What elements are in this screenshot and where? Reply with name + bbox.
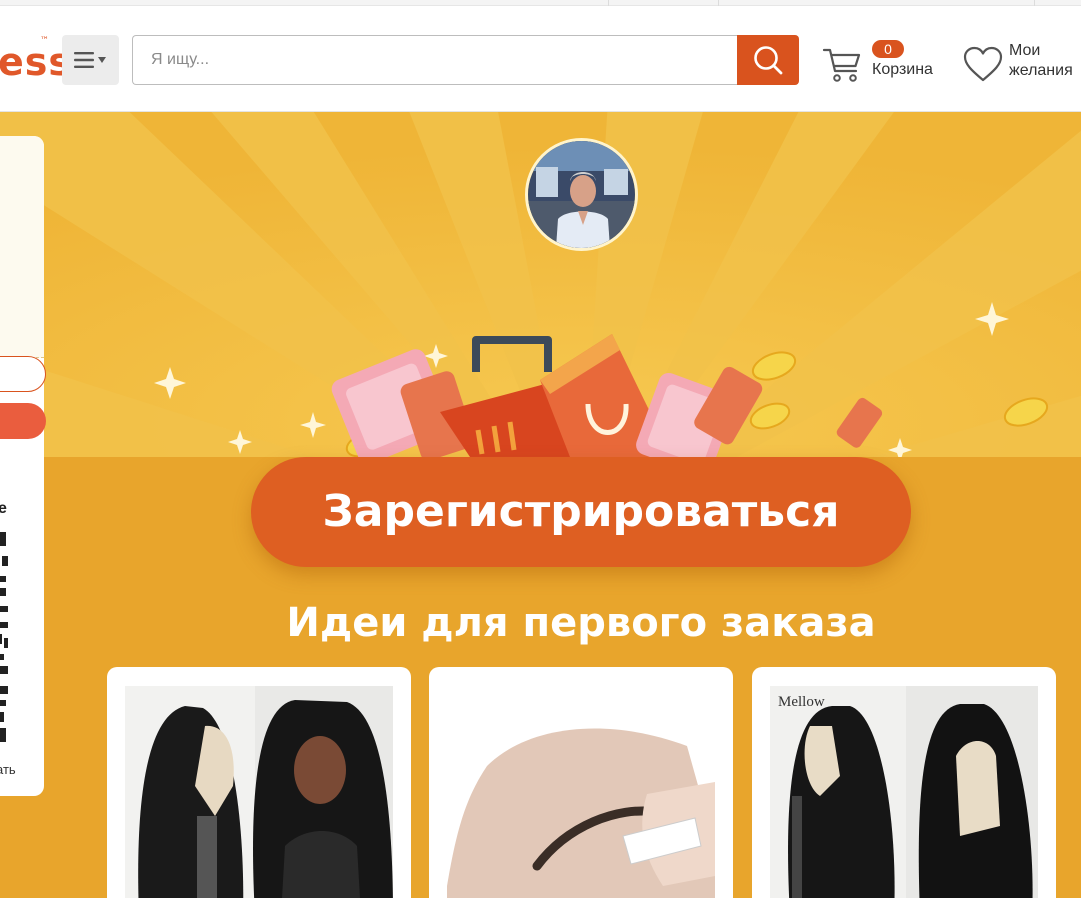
curly-wig-photo bbox=[125, 686, 393, 898]
user-avatar[interactable] bbox=[525, 138, 638, 251]
wishlist-link[interactable]: Мои желания bbox=[963, 40, 1081, 86]
side-panel-footer-text: ать bbox=[0, 762, 16, 777]
product-card[interactable] bbox=[107, 667, 411, 898]
curly-wig-mannequin-photo: Mellow bbox=[770, 686, 1038, 898]
hamburger-menu-icon bbox=[73, 52, 106, 68]
categories-menu-button[interactable] bbox=[62, 35, 119, 85]
cart-link[interactable]: 0 Корзина bbox=[822, 40, 947, 86]
shopping-cart-icon bbox=[822, 48, 861, 82]
logo-trademark: ™ bbox=[40, 36, 50, 46]
wishlist-label-line2: желания bbox=[1009, 62, 1073, 79]
eyebrow-sticker-photo bbox=[447, 686, 715, 898]
side-panel-primary-button[interactable] bbox=[0, 403, 46, 439]
first-order-ideas-title: Идеи для первого заказа bbox=[286, 600, 876, 646]
product-card[interactable]: Mellow bbox=[752, 667, 1056, 898]
register-button[interactable]: Зарегистрироваться bbox=[251, 457, 911, 567]
side-panel-outline-button[interactable] bbox=[0, 356, 46, 392]
heart-icon bbox=[963, 46, 1003, 82]
product-image: Mellow bbox=[770, 686, 1038, 898]
cart-label: Корзина bbox=[872, 61, 933, 78]
product-image bbox=[447, 686, 715, 898]
side-panel-header bbox=[0, 136, 44, 358]
product-image bbox=[125, 686, 393, 898]
side-panel-heading: e bbox=[0, 500, 7, 517]
search-input[interactable] bbox=[132, 35, 738, 85]
brand-logo-text: Mellow bbox=[778, 694, 825, 710]
search-button[interactable] bbox=[737, 35, 799, 85]
page: ess ™ 0 Корз bbox=[0, 0, 1081, 898]
user-photo bbox=[528, 141, 635, 248]
search-icon bbox=[754, 46, 783, 75]
site-header: ess ™ 0 Корз bbox=[0, 6, 1081, 112]
wishlist-label-line1: Мои bbox=[1009, 42, 1041, 59]
welcome-banner: e ать Зарегистрироваться Идеи для первог… bbox=[0, 112, 1081, 898]
cart-count-badge: 0 bbox=[872, 40, 904, 58]
product-card[interactable] bbox=[429, 667, 733, 898]
